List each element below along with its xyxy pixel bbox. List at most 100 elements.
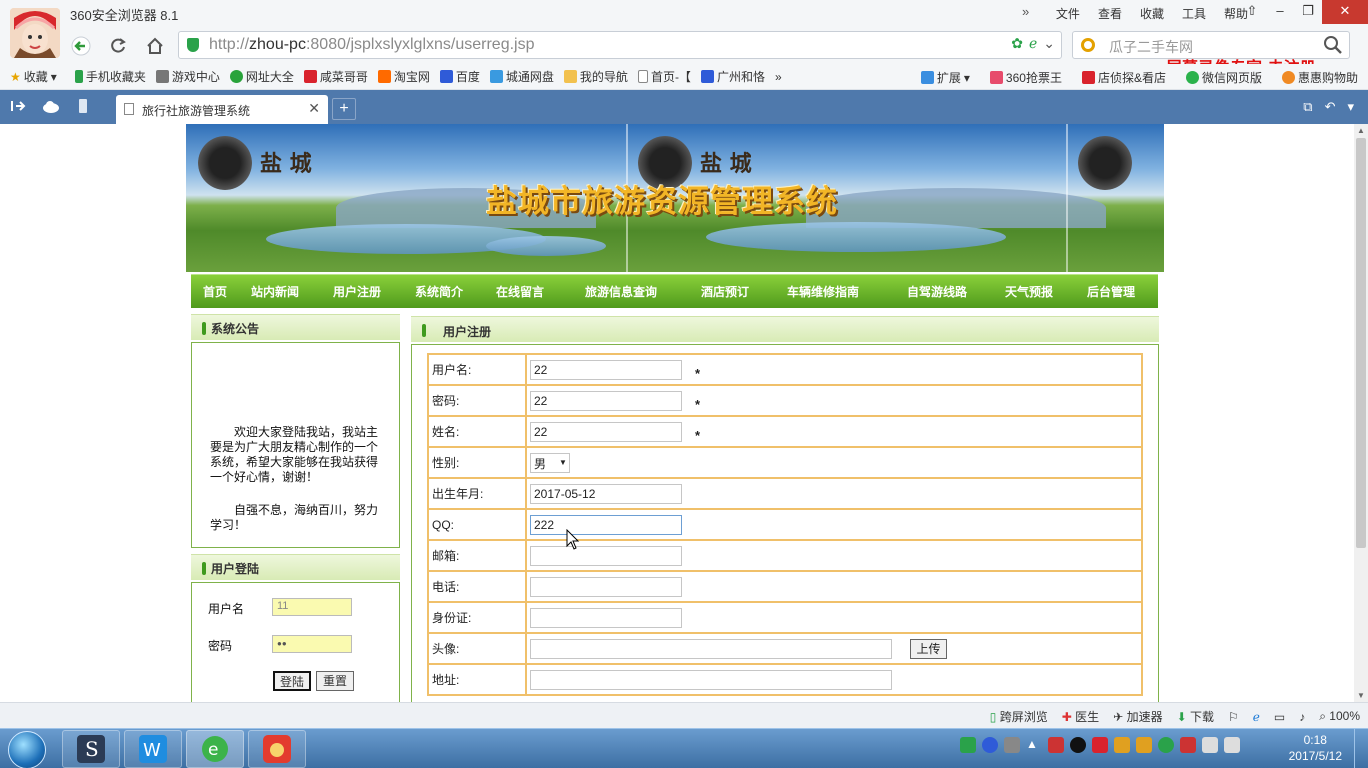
nav-travel-search[interactable]: 旅游信息查询 xyxy=(585,283,657,300)
network-icon[interactable] xyxy=(1202,737,1218,753)
bookmark-taobao[interactable]: 淘宝网 xyxy=(377,68,430,85)
bookmark-pickle[interactable]: 咸菜哥哥 xyxy=(303,68,368,85)
start-button[interactable] xyxy=(8,731,46,768)
bookmark-my-nav[interactable]: 我的导航 xyxy=(563,68,628,85)
login-password-input[interactable]: ●● xyxy=(272,635,352,653)
bookmark-favorites[interactable]: ★ 收藏 ▾ xyxy=(10,68,57,85)
qq-icon[interactable] xyxy=(1070,737,1086,753)
nav-home[interactable]: 首页 xyxy=(203,283,227,300)
zoom-button[interactable]: ⌕ 100% xyxy=(1319,709,1360,724)
user-avatar[interactable] xyxy=(10,8,60,58)
bookmark-guangzhou[interactable]: 广州和恪 xyxy=(700,68,765,85)
menu-tools[interactable]: 工具 xyxy=(1182,5,1206,22)
dropdown-chevron-icon[interactable]: ⌄ xyxy=(1043,35,1055,52)
bookmark-shop-detective[interactable]: 店侦探&看店 xyxy=(1081,69,1166,86)
minimize-button[interactable]: – xyxy=(1266,0,1294,24)
bookmark-overflow-icon[interactable]: » xyxy=(775,70,782,84)
flag-icon[interactable]: ⚐ xyxy=(1228,710,1239,724)
accelerator-button[interactable]: ✈ 加速器 xyxy=(1113,708,1162,725)
doctor-button[interactable]: ✚ 医生 xyxy=(1062,708,1099,725)
nav-vehicle-repair[interactable]: 车辆维修指南 xyxy=(787,283,859,300)
scroll-down-icon[interactable]: ▼ xyxy=(1357,691,1365,700)
show-desktop-button[interactable] xyxy=(1354,729,1368,768)
compat-mode-icon[interactable]: ✿ xyxy=(1011,35,1023,52)
tray-app-icon[interactable] xyxy=(1180,737,1196,753)
close-tab-icon[interactable]: ✕ xyxy=(308,100,320,117)
bookmark-sites[interactable]: 网址大全 xyxy=(229,68,294,85)
cross-screen-button[interactable]: ▯ 跨屏浏览 xyxy=(990,708,1048,725)
back-button[interactable] xyxy=(66,32,96,60)
gender-select[interactable]: 男 ▼ xyxy=(530,452,570,473)
taskbar-app-browser[interactable]: e xyxy=(186,730,244,768)
skin-icon[interactable]: ⇧ xyxy=(1238,0,1266,24)
help-icon[interactable] xyxy=(982,737,998,753)
email-input[interactable] xyxy=(530,545,682,566)
login-button[interactable]: 登陆 xyxy=(273,671,311,691)
birth-input[interactable]: 2017-05-12 xyxy=(530,483,682,504)
scroll-up-icon[interactable]: ▲ xyxy=(1357,126,1365,135)
tray-app-icon[interactable] xyxy=(1158,737,1174,753)
bookmark-games[interactable]: 游戏中心 xyxy=(155,68,220,85)
tray-app-icon[interactable] xyxy=(960,737,976,753)
upload-button[interactable]: 上传 xyxy=(910,638,947,659)
password-input[interactable]: 22 xyxy=(530,390,682,411)
idcard-input[interactable] xyxy=(530,607,682,628)
avatar-path-input[interactable] xyxy=(530,638,892,659)
mobile-sync-icon[interactable] xyxy=(74,99,92,113)
login-reset-button[interactable]: 重置 xyxy=(316,671,354,691)
nav-admin[interactable]: 后台管理 xyxy=(1087,283,1135,300)
bookmark-home[interactable]: 首页-【 xyxy=(637,68,691,85)
bookmark-tickets[interactable]: 360抢票王 xyxy=(989,69,1062,86)
nav-news[interactable]: 站内新闻 xyxy=(251,283,299,300)
bookmark-ctdisk[interactable]: 城通网盘 xyxy=(489,68,554,85)
taskbar-app-recorder[interactable] xyxy=(248,730,306,768)
bookmark-huihui[interactable]: 惠惠购物助 xyxy=(1281,69,1358,86)
page-scrollbar[interactable]: ▲ ▼ xyxy=(1354,124,1368,702)
undo-close-icon[interactable]: ↶ xyxy=(1325,99,1336,115)
nav-self-drive[interactable]: 自驾游线路 xyxy=(907,283,967,300)
name-input[interactable]: 22 xyxy=(530,421,682,442)
search-engine-icon[interactable] xyxy=(1081,38,1095,52)
menu-favorites[interactable]: 收藏 xyxy=(1140,5,1164,22)
menu-file[interactable]: 文件 xyxy=(1056,5,1080,22)
address-bar[interactable]: http://zhou-pc:8080/jsplxslyxlglxns/user… xyxy=(178,31,1062,59)
volume-icon[interactable]: ♪ xyxy=(1299,710,1305,724)
nav-guestbook[interactable]: 在线留言 xyxy=(496,283,544,300)
address-input[interactable] xyxy=(530,669,892,690)
volume-icon[interactable] xyxy=(1224,737,1240,753)
menu-overflow-icon[interactable]: » xyxy=(1022,4,1029,19)
cloud-icon[interactable] xyxy=(42,99,60,113)
download-button[interactable]: ⬇ 下载 xyxy=(1177,708,1214,725)
menu-view[interactable]: 查看 xyxy=(1098,5,1122,22)
bookmark-wechat[interactable]: 微信网页版 xyxy=(1185,69,1262,86)
tray-arrow-icon[interactable]: ▲ xyxy=(1026,737,1042,753)
tab-active[interactable]: 旅行社旅游管理系统 ✕ xyxy=(116,95,328,124)
restore-button[interactable]: ❐ xyxy=(1294,0,1322,24)
tray-app-icon[interactable] xyxy=(1048,737,1064,753)
restore-tabs-icon[interactable]: ⧉ xyxy=(1303,99,1312,115)
tray-app-icon[interactable] xyxy=(1092,737,1108,753)
taskbar-app-w[interactable]: W xyxy=(124,730,182,768)
ie-engine-icon[interactable]: ℯ xyxy=(1029,35,1037,52)
taskbar-app-s[interactable]: S xyxy=(62,730,120,768)
home-button[interactable] xyxy=(140,32,170,60)
refresh-button[interactable] xyxy=(103,32,133,60)
tray-app-icon[interactable] xyxy=(1114,737,1130,753)
tray-app-icon[interactable] xyxy=(1136,737,1152,753)
nav-register[interactable]: 用户注册 xyxy=(333,283,381,300)
qq-input[interactable]: 222 xyxy=(530,514,682,535)
ie-icon[interactable]: ℯ xyxy=(1253,710,1260,724)
nav-about[interactable]: 系统简介 xyxy=(415,283,463,300)
phone-input[interactable] xyxy=(530,576,682,597)
tab-menu-chevron-icon[interactable]: ▾ xyxy=(1347,99,1354,115)
sidebar-toggle-icon[interactable] xyxy=(10,99,28,113)
extensions-menu[interactable]: 扩展 ▾ xyxy=(920,69,970,86)
bookmark-mobile[interactable]: 手机收藏夹 xyxy=(74,68,146,85)
close-window-button[interactable]: ✕ xyxy=(1322,0,1368,24)
window-icon[interactable]: ▭ xyxy=(1274,710,1285,724)
taskbar-clock[interactable]: 0:18 2017/5/12 xyxy=(1289,732,1342,764)
bookmark-baidu[interactable]: 百度 xyxy=(439,68,480,85)
username-input[interactable]: 22 xyxy=(530,359,682,380)
scrollbar-thumb[interactable] xyxy=(1356,138,1366,548)
nav-weather[interactable]: 天气预报 xyxy=(1005,283,1053,300)
